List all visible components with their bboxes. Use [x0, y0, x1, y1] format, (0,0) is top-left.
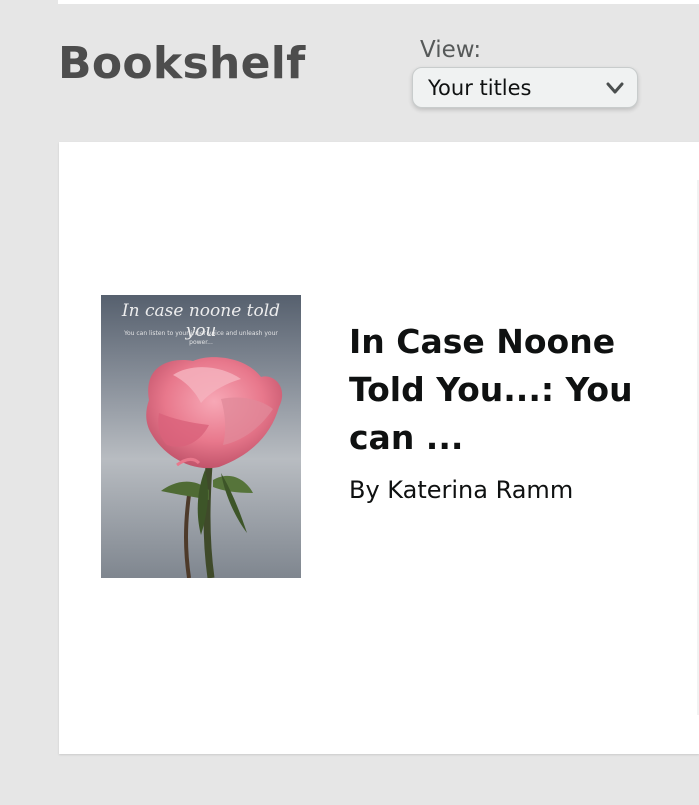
top-divider [58, 0, 699, 4]
cover-subtitle: You can listen to your inner voice and u… [124, 330, 278, 346]
bookshelf-card: In case noone told you You can listen to… [59, 142, 699, 754]
chevron-down-icon [605, 78, 625, 98]
book-author: By Katerina Ramm [349, 476, 574, 504]
book-cover[interactable]: In case noone told you You can listen to… [101, 295, 301, 578]
bookshelf-page: Bookshelf View: Your titles In case noon… [0, 0, 699, 805]
view-label: View: [420, 37, 482, 63]
view-dropdown-value: Your titles [428, 76, 532, 100]
book-title[interactable]: In Case Noone Told You...: You can ... [349, 318, 649, 462]
view-dropdown[interactable]: Your titles [412, 67, 638, 108]
book-item[interactable]: In case noone told you You can listen to… [101, 295, 681, 578]
page-title: Bookshelf [58, 38, 306, 89]
